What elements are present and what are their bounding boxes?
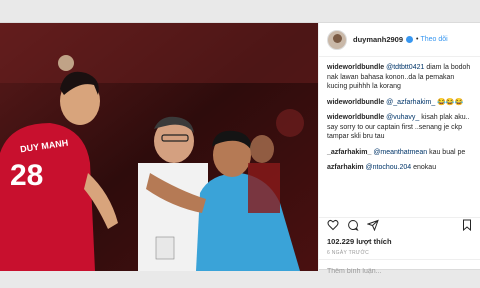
comment-item: wideworldbundle @tdtbtt0421 diam la bodo… [327,63,472,92]
comment-text: enokau [411,164,437,171]
comment-item: wideworldbundle @_azfarhakim_ 😂😂😂 [327,98,472,108]
comment-mention[interactable]: @ntochou.204 [366,164,412,171]
comments-list: wideworldbundle @tdtbtt0421 diam la bodo… [319,57,480,215]
comment-mention[interactable]: @tdtbtt0421 [386,64,424,71]
share-icon[interactable] [367,219,379,231]
comment-text: 😂😂😂 [435,98,464,106]
jersey-number: 28 [10,159,44,192]
bookmark-icon[interactable] [461,219,473,231]
post-time: 6 NGÀY TRƯỚC [327,250,369,256]
post-photo[interactable]: DUY MANH 28 [0,23,318,271]
comment-item: wideworldbundle @vuhavy_ kisah plak aku.… [327,113,472,142]
comment-user[interactable]: wideworldbundle [327,99,384,106]
comment-user[interactable]: wideworldbundle [327,64,384,71]
add-comment-bar [319,259,480,277]
action-bar [319,217,480,231]
instagram-post: DUY MANH 28 duymanh2909 • Theo dõi widew… [0,22,480,277]
comment-text: kau bual pe [427,148,466,156]
post-header: duymanh2909 • Theo dõi [319,23,480,57]
follow-button[interactable]: Theo dõi [420,36,447,43]
comment-item: azfarhakim @ntochou.204 enokau [327,163,472,173]
comment-user[interactable]: _azfarhakim_ [327,149,371,156]
comment-mention[interactable]: @vuhavy_ [386,114,419,121]
heart-icon[interactable] [327,219,339,231]
add-comment-input[interactable] [327,266,473,277]
avatar[interactable] [327,29,347,50]
comment-mention[interactable]: @meanthatmean [373,149,427,156]
verified-badge-icon [406,36,414,43]
post-sidebar: duymanh2909 • Theo dõi wideworldbundle @… [318,23,480,277]
comment-item: _azfarhakim_ @meanthatmean kau bual pe [327,148,472,158]
comment-mention[interactable]: @_azfarhakim_ [386,99,435,106]
screen: DUY MANH 28 duymanh2909 • Theo dõi widew… [0,0,480,288]
separator-dot: • [416,36,419,43]
comment-icon[interactable] [347,219,359,231]
likes-count[interactable]: 102.229 lượt thích [327,237,392,246]
comment-user[interactable]: azfarhakim [327,164,364,171]
username[interactable]: duymanh2909 [353,35,403,44]
comment-user[interactable]: wideworldbundle [327,114,384,121]
